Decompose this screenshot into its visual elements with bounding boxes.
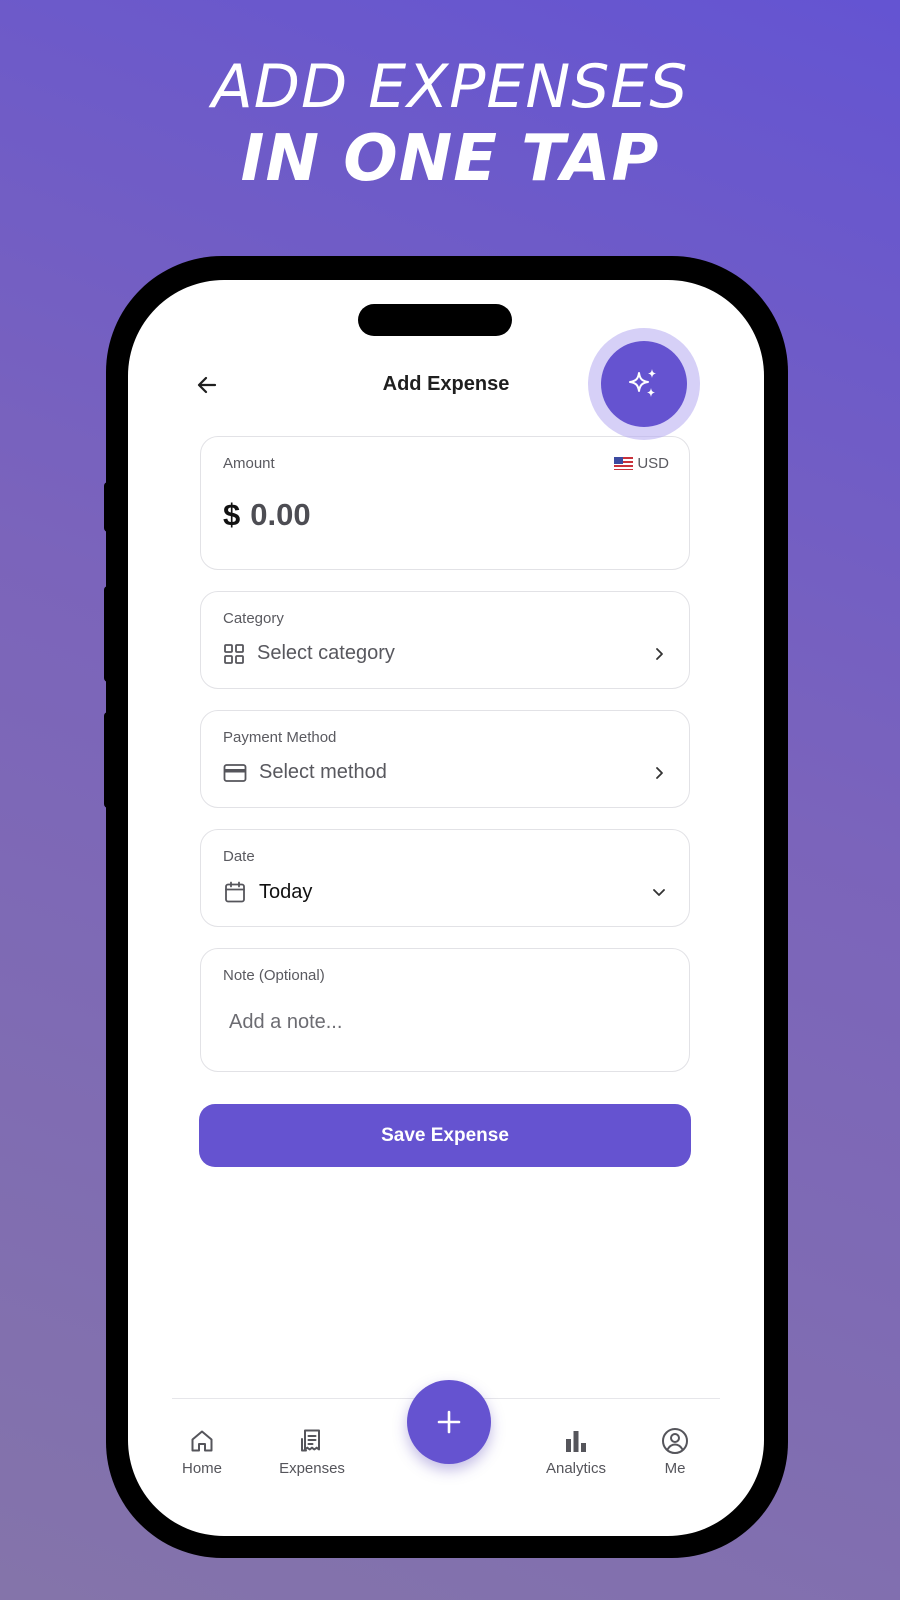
note-input[interactable]: Add a note... xyxy=(229,1011,342,1034)
save-expense-button[interactable]: Save Expense xyxy=(199,1104,691,1167)
tab-home[interactable]: Home xyxy=(152,1424,252,1477)
tab-expenses-label: Expenses xyxy=(279,1460,345,1477)
date-value: Today xyxy=(259,880,313,903)
add-expense-fab[interactable] xyxy=(407,1380,491,1464)
bar-chart-icon xyxy=(566,1431,586,1452)
dynamic-island xyxy=(358,304,512,336)
plus-icon xyxy=(437,1410,461,1434)
grid-icon xyxy=(224,643,244,664)
tab-me-label: Me xyxy=(664,1460,686,1477)
chevron-right-icon xyxy=(656,766,663,779)
note-field[interactable]: Note (Optional) Add a note... xyxy=(200,948,690,1072)
chevron-down-icon xyxy=(653,889,665,896)
tab-analytics-label: Analytics xyxy=(545,1460,607,1477)
payment-method-value: Select method xyxy=(259,761,387,783)
tab-analytics[interactable]: Analytics xyxy=(526,1424,626,1477)
payment-method-row: Select method xyxy=(223,761,667,784)
amount-card[interactable]: Amount USD $0.00 xyxy=(200,436,690,570)
category-row: Select category xyxy=(223,642,667,665)
tab-home-label: Home xyxy=(181,1460,222,1477)
currency-code: USD xyxy=(637,455,669,472)
date-selector[interactable]: Date Today xyxy=(200,829,690,927)
amount-input[interactable]: $0.00 xyxy=(223,497,311,533)
payment-method-label: Payment Method xyxy=(223,729,337,746)
credit-card-icon xyxy=(223,763,247,782)
date-label: Date xyxy=(223,848,255,865)
bottom-tab-bar: Home Expenses Analytics Me xyxy=(128,1380,764,1536)
payment-method-selector[interactable]: Payment Method Select method xyxy=(200,710,690,808)
headline-line-1: ADD EXPENSES xyxy=(211,52,689,122)
amount-value: 0.00 xyxy=(250,497,311,532)
calendar-icon xyxy=(225,881,245,903)
date-row: Today xyxy=(223,880,667,904)
tab-expenses[interactable]: Expenses xyxy=(262,1424,362,1477)
chevron-right-icon xyxy=(656,647,663,660)
app-screen: Add Expense Amount USD $0.00 Category Se… xyxy=(128,280,764,1536)
currency-selector[interactable]: USD xyxy=(614,455,669,472)
phone-volume-down xyxy=(104,712,112,808)
receipt-icon xyxy=(301,1429,320,1452)
category-value: Select category xyxy=(257,642,395,664)
tab-me[interactable]: Me xyxy=(625,1424,725,1477)
category-label: Category xyxy=(223,610,284,627)
ai-quick-add-button[interactable] xyxy=(601,341,687,427)
phone-side-button xyxy=(104,482,112,532)
phone-power-button xyxy=(778,620,786,804)
currency-symbol: $ xyxy=(223,497,241,532)
promo-headline: ADD EXPENSES IN ONE TAP xyxy=(0,52,900,196)
category-selector[interactable]: Category Select category xyxy=(200,591,690,689)
home-icon xyxy=(191,1430,213,1452)
phone-volume-up xyxy=(104,586,112,682)
us-flag-icon xyxy=(614,457,634,470)
amount-label: Amount xyxy=(223,455,275,472)
headline-line-2: IN ONE TAP xyxy=(240,122,660,196)
note-label: Note (Optional) xyxy=(223,967,325,984)
user-circle-icon xyxy=(662,1428,688,1454)
sparkles-icon xyxy=(629,369,656,397)
